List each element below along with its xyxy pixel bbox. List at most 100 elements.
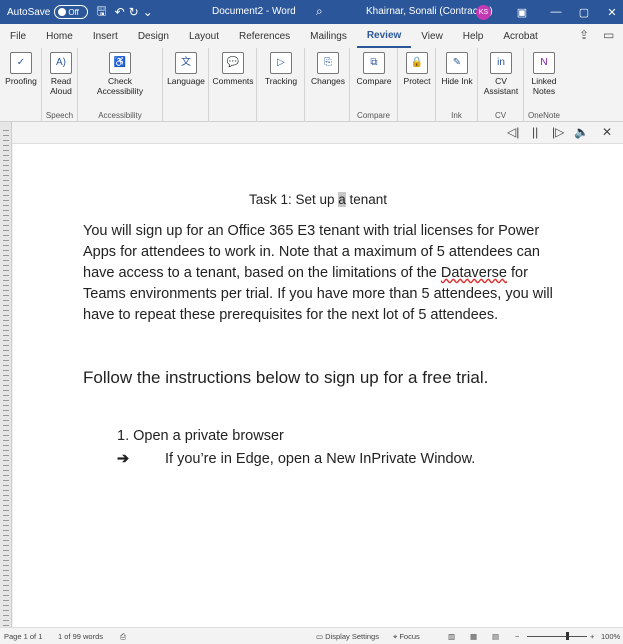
document-title: Document2 - Word: [212, 6, 296, 17]
redo-icon[interactable]: ↻: [129, 5, 139, 19]
tracking-button[interactable]: ▷ Tracking: [261, 50, 301, 86]
tab-review[interactable]: Review: [356, 24, 412, 48]
ruler-tick: [3, 410, 9, 411]
tab-insert[interactable]: Insert: [83, 24, 128, 48]
ruler-tick: [3, 205, 9, 206]
ruler-tick: [3, 615, 9, 616]
ruler-tick: [3, 160, 9, 161]
print-layout-icon[interactable]: ▦: [470, 632, 477, 641]
web-layout-icon[interactable]: ▤: [492, 632, 499, 641]
read-aloud-icon: A): [50, 52, 72, 74]
ruler-tick: [3, 155, 9, 156]
group-compare: ⧉ Compare Compare: [350, 48, 398, 122]
ruler-tick: [3, 235, 9, 236]
proofing-button[interactable]: ✓ Proofing: [4, 50, 38, 86]
autosave-toggle[interactable]: Off: [54, 5, 89, 19]
protect-icon: 🔒: [406, 52, 428, 74]
tab-design[interactable]: Design: [128, 24, 179, 48]
ruler-tick: [3, 625, 9, 626]
hide-ink-button[interactable]: ✎ Hide Ink: [440, 50, 474, 86]
ruler-tick: [3, 295, 9, 296]
display-settings-icon: ▭: [316, 632, 326, 641]
group-proofing: ✓ Proofing: [0, 48, 42, 122]
autosave[interactable]: AutoSave Off: [7, 0, 89, 24]
next-paragraph-icon[interactable]: |▷: [552, 125, 564, 139]
ruler-tick: [3, 170, 9, 171]
customize-qat-icon[interactable]: ⌄: [143, 5, 153, 19]
ruler-tick: [3, 425, 9, 426]
zoom-out-button[interactable]: −: [515, 632, 519, 641]
save-icon[interactable]: 🖫: [96, 2, 106, 23]
zoom-level[interactable]: 100%: [601, 632, 620, 641]
user-name[interactable]: Khairnar, Sonali (Contractor): [366, 6, 493, 17]
ruler-tick: [3, 380, 9, 381]
ribbon-display-icon[interactable]: ▣: [507, 0, 537, 24]
ruler-tick: [3, 450, 9, 451]
group-language: 文 Language: [163, 48, 209, 122]
ruler-tick: [3, 545, 9, 546]
zoom-in-button[interactable]: +: [590, 632, 594, 641]
ruler-tick: [3, 620, 9, 621]
check-accessibility-button[interactable]: ♿ Check Accessibility: [84, 50, 156, 96]
previous-paragraph-icon[interactable]: ◁|: [507, 125, 519, 139]
spelling-flagged-word[interactable]: Dataverse: [441, 265, 507, 281]
ruler-tick: [3, 600, 9, 601]
tab-layout[interactable]: Layout: [179, 24, 229, 48]
tab-mailings[interactable]: Mailings: [300, 24, 357, 48]
tab-home[interactable]: Home: [36, 24, 83, 48]
ruler-tick: [3, 245, 9, 246]
tab-view[interactable]: View: [411, 24, 453, 48]
avatar[interactable]: KS: [476, 5, 491, 20]
ruler-tick: [3, 365, 9, 366]
read-aloud-settings-icon[interactable]: 🔈: [574, 125, 589, 139]
maximize-button[interactable]: ▢: [569, 0, 599, 24]
comments-panel-icon[interactable]: ▭: [603, 28, 614, 42]
read-mode-icon[interactable]: ▥: [448, 632, 455, 641]
document-page[interactable]: Task 1: Set up a tenant You will sign up…: [13, 144, 623, 627]
ruler-tick: [3, 340, 9, 341]
zoom-slider-thumb[interactable]: [566, 632, 569, 640]
protect-button[interactable]: 🔒 Protect: [400, 50, 434, 86]
ruler-tick: [3, 480, 9, 481]
ruler-tick: [3, 215, 9, 216]
ruler-tick: [3, 230, 9, 231]
cv-assistant-button[interactable]: in CV Assistant: [480, 50, 522, 96]
ruler-tick: [3, 430, 9, 431]
page-count[interactable]: Page 1 of 1: [4, 632, 42, 641]
ruler-tick: [3, 435, 9, 436]
compare-button[interactable]: ⧉ Compare: [354, 50, 394, 86]
pause-icon[interactable]: ||: [532, 125, 538, 139]
word-count[interactable]: 1 of 99 words: [58, 632, 103, 641]
ruler-tick: [3, 190, 9, 191]
tab-file[interactable]: File: [0, 24, 36, 48]
comments-button[interactable]: 💬 Comments: [211, 50, 255, 86]
read-aloud-button[interactable]: A) Read Aloud: [46, 50, 76, 96]
tab-help[interactable]: Help: [453, 24, 494, 48]
zoom-slider[interactable]: [527, 636, 587, 637]
language-button[interactable]: 文 Language: [165, 50, 207, 86]
focus-button[interactable]: ⌖ Focus: [393, 632, 420, 642]
ruler-tick: [3, 405, 9, 406]
tab-acrobat[interactable]: Acrobat: [493, 24, 547, 48]
arrow-bullet-icon: ➔: [117, 451, 130, 467]
group-label-accessibility: Accessibility: [98, 111, 142, 120]
linked-notes-button[interactable]: N Linked Notes: [526, 50, 562, 96]
ruler-tick: [3, 605, 9, 606]
ruler-tick: [3, 250, 9, 251]
display-settings-button[interactable]: ▭ Display Settings: [316, 632, 379, 641]
ruler-tick: [3, 260, 9, 261]
ruler-tick: [3, 585, 9, 586]
proofing-status-icon[interactable]: ⎙: [120, 632, 126, 642]
share-icon[interactable]: ⇪: [579, 28, 589, 42]
minimize-button[interactable]: —: [541, 0, 571, 24]
paragraph-instructions: Follow the instructions below to sign up…: [83, 368, 489, 387]
ruler-tick: [3, 165, 9, 166]
group-protect: 🔒 Protect: [398, 48, 436, 122]
search-icon[interactable]: ⌕: [316, 4, 323, 19]
close-read-aloud-icon[interactable]: ✕: [602, 125, 612, 139]
ruler-tick: [3, 390, 9, 391]
changes-button[interactable]: ⎘ Changes: [309, 50, 347, 86]
close-button[interactable]: ✕: [597, 0, 623, 24]
undo-icon[interactable]: ↶: [115, 5, 125, 19]
tab-references[interactable]: References: [229, 24, 300, 48]
